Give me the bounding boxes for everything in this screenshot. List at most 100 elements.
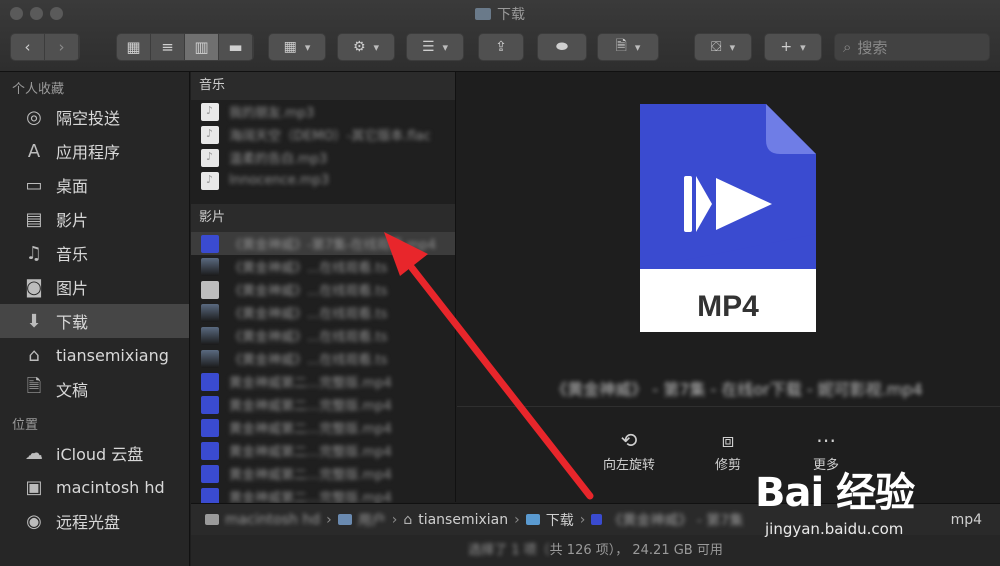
- path-segment[interactable]: 《黄金神威》 - 第7集: [608, 510, 743, 530]
- action-label: 修剪: [714, 458, 741, 473]
- pictures-icon: ◙: [25, 276, 43, 298]
- column-view-icon[interactable]: ▥: [185, 34, 219, 60]
- video-thumbnail-icon: [201, 349, 219, 368]
- mp4-label: MP4: [697, 290, 759, 323]
- sidebar-item-applications[interactable]: A 应用程序: [0, 134, 189, 168]
- sidebar-item-icloud[interactable]: ☁ iCloud 云盘: [0, 436, 189, 470]
- folder-icon: [475, 8, 491, 20]
- audio-file-icon: [201, 102, 219, 121]
- sidebar-item-label: 桌面: [56, 177, 89, 196]
- path-segment[interactable]: macintosh hd: [225, 512, 320, 528]
- list-view-icon[interactable]: ≡: [151, 34, 185, 60]
- audio-file-icon: [201, 171, 219, 190]
- sidebar-item-label: 影片: [56, 211, 89, 230]
- list-item[interactable]: 黄金神威第二...完整版.mp4: [191, 439, 455, 462]
- video-file-icon: [201, 418, 219, 437]
- status-text: 共 126 项）， 24.21 GB 可用: [549, 543, 723, 558]
- sidebar-item-remote-disc[interactable]: ◉ 远程光盘: [0, 504, 189, 538]
- more-icon: ⋯: [816, 428, 836, 452]
- list-item[interactable]: 我的朋友.mp3: [191, 100, 455, 123]
- sidebar-item-pictures[interactable]: ◙ 图片: [0, 270, 189, 304]
- desktop-icon: ▭: [25, 174, 43, 196]
- path-segment[interactable]: 用户: [358, 510, 386, 530]
- list-item[interactable]: 温柔的告白.mp3: [191, 146, 455, 169]
- sidebar-item-documents[interactable]: 🗎 文稿: [0, 372, 189, 406]
- search-field[interactable]: ⌕ 搜索: [834, 33, 990, 61]
- video-thumbnail-icon: [201, 326, 219, 345]
- list-item[interactable]: 《黄金神威》...在线观看.ts: [191, 301, 455, 324]
- chevron-right-icon: ›: [326, 511, 332, 528]
- list-item[interactable]: 海阔天空（DEMO）-其它版本.flac: [191, 123, 455, 146]
- back-icon[interactable]: ‹: [11, 34, 45, 60]
- action-label: 向左旋转: [602, 458, 655, 473]
- action-button[interactable]: ⚙ ▾: [337, 33, 395, 61]
- storage-button[interactable]: ⛋ ▾: [694, 33, 752, 61]
- sidebar-item-airdrop[interactable]: ◎ 隔空投送: [0, 100, 189, 134]
- list-item[interactable]: 黄金神威第二...完整版.mp4: [191, 416, 455, 439]
- tag-icon: ⬬: [556, 39, 568, 55]
- path-segment[interactable]: 下载: [546, 510, 574, 530]
- list-item[interactable]: 黄金神威第二...完整版.mp4: [191, 370, 455, 393]
- downloads-folder-icon: [525, 514, 540, 525]
- chevron-down-icon: ▾: [304, 40, 311, 54]
- list-item[interactable]: 黄金神威第二...完整版.mp4: [191, 393, 455, 416]
- sidebar-item-label: 音乐: [56, 245, 89, 264]
- sidebar-item-downloads[interactable]: ⬇ 下载: [0, 304, 189, 338]
- baidu-watermark: Bai 经验 jingyan.baidu.com: [755, 460, 995, 560]
- sidebar-item-desktop[interactable]: ▭ 桌面: [0, 168, 189, 202]
- video-file-icon: [201, 372, 219, 391]
- sidebar-item-movies[interactable]: ▤ 影片: [0, 202, 189, 236]
- cloud-icon: ☁: [25, 442, 43, 464]
- rotate-left-button[interactable]: ⟲ 向左旋转: [594, 428, 664, 473]
- file-column: 音乐 我的朋友.mp3 海阔天空（DEMO）-其它版本.flac 温柔的告白.m…: [191, 72, 456, 506]
- sidebar-item-label: 远程光盘: [56, 513, 121, 532]
- gallery-view-icon[interactable]: ▬: [219, 34, 253, 60]
- list-item[interactable]: Innocence.mp3: [191, 169, 455, 192]
- search-placeholder: 搜索: [857, 38, 888, 57]
- share-button[interactable]: ⇪: [478, 33, 524, 61]
- sidebar-item-label: 应用程序: [56, 143, 121, 162]
- sidebar-item-label: 下载: [56, 313, 89, 332]
- sidebar-header-favorites: 个人收藏: [12, 82, 65, 97]
- list-item-selected[interactable]: 《黄金神威》-第7集-在线观看.mp4: [191, 232, 455, 255]
- tag-button[interactable]: ⬬: [537, 33, 587, 61]
- disk-icon: [205, 514, 219, 525]
- sidebar-item-label: 隔空投送: [56, 109, 121, 128]
- gear-icon: ⚙: [352, 39, 366, 55]
- share-icon: ⇪: [495, 39, 507, 55]
- search-icon: ⌕: [843, 38, 852, 56]
- music-icon: ♫: [25, 242, 43, 264]
- audio-file-icon: [201, 125, 219, 144]
- window-title: 下载: [0, 4, 1000, 24]
- divider: [457, 406, 1000, 407]
- list-item[interactable]: 《黄金神威》...在线观看.ts: [191, 278, 455, 301]
- add-button[interactable]: + ▾: [764, 33, 822, 61]
- icon-view-icon[interactable]: ▦: [117, 34, 151, 60]
- sidebar-item-music[interactable]: ♫ 音乐: [0, 236, 189, 270]
- chevron-down-icon: ▾: [442, 40, 449, 54]
- forward-icon[interactable]: ›: [45, 34, 79, 60]
- list-item[interactable]: 《黄金神威》...在线观看.ts: [191, 347, 455, 370]
- navigation-buttons: ‹ ›: [10, 33, 80, 61]
- list-item[interactable]: 《黄金神威》...在线观看.ts: [191, 255, 455, 278]
- storage-icon: ⛋: [710, 39, 722, 55]
- new-document-button[interactable]: 🗎 ▾: [597, 33, 659, 61]
- downloads-icon: ⬇: [26, 310, 42, 332]
- chevron-down-icon: ▾: [729, 40, 736, 54]
- sidebar-item-home[interactable]: ⌂ tiansemixiang: [0, 338, 189, 372]
- movies-icon: ▤: [25, 208, 43, 230]
- sidebar-item-label: tiansemixiang: [56, 345, 169, 365]
- rotate-left-icon: ⟲: [620, 428, 638, 452]
- list-item[interactable]: 黄金神威第二...完整版.mp4: [191, 462, 455, 485]
- status-prefix: 选择了 1 项（: [468, 543, 550, 558]
- preview-file-name: 《黄金神威》 - 第7集 - 在线or下载 - 妮可影视.mp4: [551, 380, 923, 399]
- trim-button[interactable]: ⧈ 修剪: [693, 428, 763, 473]
- path-segment[interactable]: tiansemixian: [418, 512, 508, 528]
- group-button[interactable]: ▦ ▾: [268, 33, 326, 61]
- list-item[interactable]: 《黄金神威》...在线观看.ts: [191, 324, 455, 347]
- applications-icon: A: [27, 140, 41, 162]
- arrange-button[interactable]: ☰ ▾: [406, 33, 464, 61]
- home-icon: ⌂: [403, 511, 413, 528]
- chevron-right-icon: ›: [579, 511, 586, 528]
- sidebar-item-macintosh-hd[interactable]: ▣ macintosh hd: [0, 470, 189, 504]
